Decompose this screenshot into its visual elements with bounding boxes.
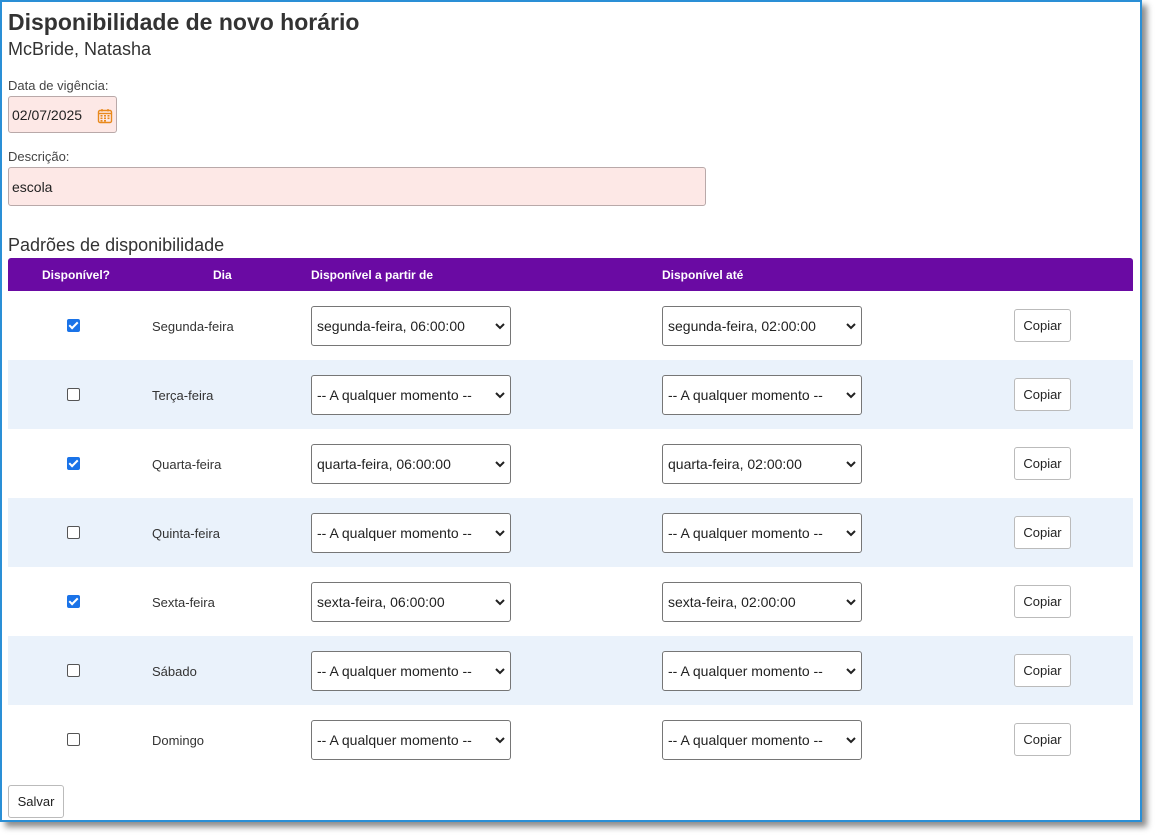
available-from-value: -- A qualquer momento -- bbox=[317, 732, 472, 748]
table-row: Quinta-feira -- A qualquer momento -- --… bbox=[8, 498, 1133, 567]
chevron-down-icon bbox=[495, 599, 505, 606]
day-label: Sexta-feira bbox=[152, 595, 215, 610]
available-checkbox[interactable] bbox=[67, 457, 80, 470]
calendar-icon[interactable] bbox=[97, 108, 113, 124]
chevron-down-icon bbox=[495, 668, 505, 675]
header-available-from: Disponível a partir de bbox=[311, 268, 434, 282]
available-from-value: sexta-feira, 06:00:00 bbox=[317, 594, 445, 610]
available-from-value: -- A qualquer momento -- bbox=[317, 525, 472, 541]
copy-button[interactable]: Copiar bbox=[1014, 447, 1071, 480]
available-until-value: sexta-feira, 02:00:00 bbox=[668, 594, 796, 610]
available-until-select[interactable]: -- A qualquer momento -- bbox=[662, 513, 862, 553]
table-row: Domingo -- A qualquer momento -- -- A qu… bbox=[8, 705, 1133, 774]
grid-header: Disponível? Dia Disponível a partir de D… bbox=[8, 258, 1133, 291]
available-checkbox[interactable] bbox=[67, 526, 80, 539]
chevron-down-icon bbox=[495, 461, 505, 468]
table-row: Segunda-feira segunda-feira, 06:00:00 se… bbox=[8, 291, 1133, 360]
available-checkbox[interactable] bbox=[67, 664, 80, 677]
save-button[interactable]: Salvar bbox=[8, 785, 64, 818]
copy-button[interactable]: Copiar bbox=[1014, 723, 1071, 756]
table-row: Quarta-feira quarta-feira, 06:00:00 quar… bbox=[8, 429, 1133, 498]
day-label: Domingo bbox=[152, 733, 205, 748]
available-until-value: -- A qualquer momento -- bbox=[668, 663, 823, 679]
day-label: Terça-feira bbox=[152, 388, 214, 403]
available-until-value: -- A qualquer momento -- bbox=[668, 525, 823, 541]
day-label: Quinta-feira bbox=[152, 526, 220, 541]
dialog-window: Disponibilidade de novo horário McBride,… bbox=[0, 0, 1142, 822]
available-from-value: -- A qualquer momento -- bbox=[317, 387, 472, 403]
employee-name: McBride, Natasha bbox=[8, 39, 152, 59]
chevron-down-icon bbox=[846, 668, 856, 675]
chevron-down-icon bbox=[495, 392, 505, 399]
available-from-select[interactable]: -- A qualquer momento -- bbox=[311, 513, 511, 553]
day-label: Segunda-feira bbox=[152, 319, 234, 334]
available-until-select[interactable]: -- A qualquer momento -- bbox=[662, 375, 862, 415]
chevron-down-icon bbox=[846, 323, 856, 330]
effective-date-value: 02/07/2025 bbox=[12, 107, 83, 123]
available-checkbox[interactable] bbox=[67, 733, 80, 746]
dialog-content: Disponibilidade de novo horário McBride,… bbox=[8, 8, 1134, 818]
available-until-value: segunda-feira, 02:00:00 bbox=[668, 318, 816, 334]
header-available: Disponível? bbox=[42, 268, 111, 282]
available-checkbox[interactable] bbox=[67, 388, 80, 401]
day-label: Sábado bbox=[152, 664, 197, 679]
copy-button[interactable]: Copiar bbox=[1014, 654, 1071, 687]
header-day: Dia bbox=[213, 268, 232, 282]
available-from-select[interactable]: segunda-feira, 06:00:00 bbox=[311, 306, 511, 346]
table-row: Sexta-feira sexta-feira, 06:00:00 sexta-… bbox=[8, 567, 1133, 636]
available-from-value: quarta-feira, 06:00:00 bbox=[317, 456, 451, 472]
page-title: Disponibilidade de novo horário bbox=[8, 9, 360, 35]
available-until-select[interactable]: -- A qualquer momento -- bbox=[662, 651, 862, 691]
available-checkbox[interactable] bbox=[67, 319, 80, 332]
available-until-value: -- A qualquer momento -- bbox=[668, 387, 823, 403]
chevron-down-icon bbox=[495, 530, 505, 537]
table-row: Terça-feira -- A qualquer momento -- -- … bbox=[8, 360, 1133, 429]
available-until-value: -- A qualquer momento -- bbox=[668, 732, 823, 748]
copy-button[interactable]: Copiar bbox=[1014, 378, 1071, 411]
table-row: Sábado -- A qualquer momento -- -- A qua… bbox=[8, 636, 1133, 705]
description-label: Descrição: bbox=[8, 149, 70, 164]
available-from-select[interactable]: -- A qualquer momento -- bbox=[311, 720, 511, 760]
day-label: Quarta-feira bbox=[152, 457, 222, 472]
chevron-down-icon bbox=[846, 599, 856, 606]
available-until-select[interactable]: segunda-feira, 02:00:00 bbox=[662, 306, 862, 346]
copy-button[interactable]: Copiar bbox=[1014, 585, 1071, 618]
copy-button[interactable]: Copiar bbox=[1014, 516, 1071, 549]
header-available-until: Disponível até bbox=[662, 268, 744, 282]
chevron-down-icon bbox=[846, 461, 856, 468]
available-from-select[interactable]: sexta-feira, 06:00:00 bbox=[311, 582, 511, 622]
availability-grid: Disponível? Dia Disponível a partir de D… bbox=[8, 258, 1133, 774]
available-until-select[interactable]: -- A qualquer momento -- bbox=[662, 720, 862, 760]
chevron-down-icon bbox=[495, 737, 505, 744]
available-from-value: segunda-feira, 06:00:00 bbox=[317, 318, 465, 334]
chevron-down-icon bbox=[846, 530, 856, 537]
chevron-down-icon bbox=[846, 392, 856, 399]
effective-date-label: Data de vigência: bbox=[8, 78, 109, 93]
copy-button[interactable]: Copiar bbox=[1014, 309, 1071, 342]
effective-date-field[interactable]: 02/07/2025 bbox=[8, 96, 117, 133]
description-input[interactable]: escola bbox=[8, 167, 706, 206]
grid-rows: Segunda-feira segunda-feira, 06:00:00 se… bbox=[8, 291, 1133, 774]
available-checkbox[interactable] bbox=[67, 595, 80, 608]
available-until-select[interactable]: quarta-feira, 02:00:00 bbox=[662, 444, 862, 484]
available-until-select[interactable]: sexta-feira, 02:00:00 bbox=[662, 582, 862, 622]
available-until-value: quarta-feira, 02:00:00 bbox=[668, 456, 802, 472]
available-from-select[interactable]: -- A qualquer momento -- bbox=[311, 375, 511, 415]
available-from-select[interactable]: -- A qualquer momento -- bbox=[311, 651, 511, 691]
chevron-down-icon bbox=[846, 737, 856, 744]
available-from-value: -- A qualquer momento -- bbox=[317, 663, 472, 679]
chevron-down-icon bbox=[495, 323, 505, 330]
available-from-select[interactable]: quarta-feira, 06:00:00 bbox=[311, 444, 511, 484]
availability-patterns-title: Padrões de disponibilidade bbox=[8, 235, 225, 255]
